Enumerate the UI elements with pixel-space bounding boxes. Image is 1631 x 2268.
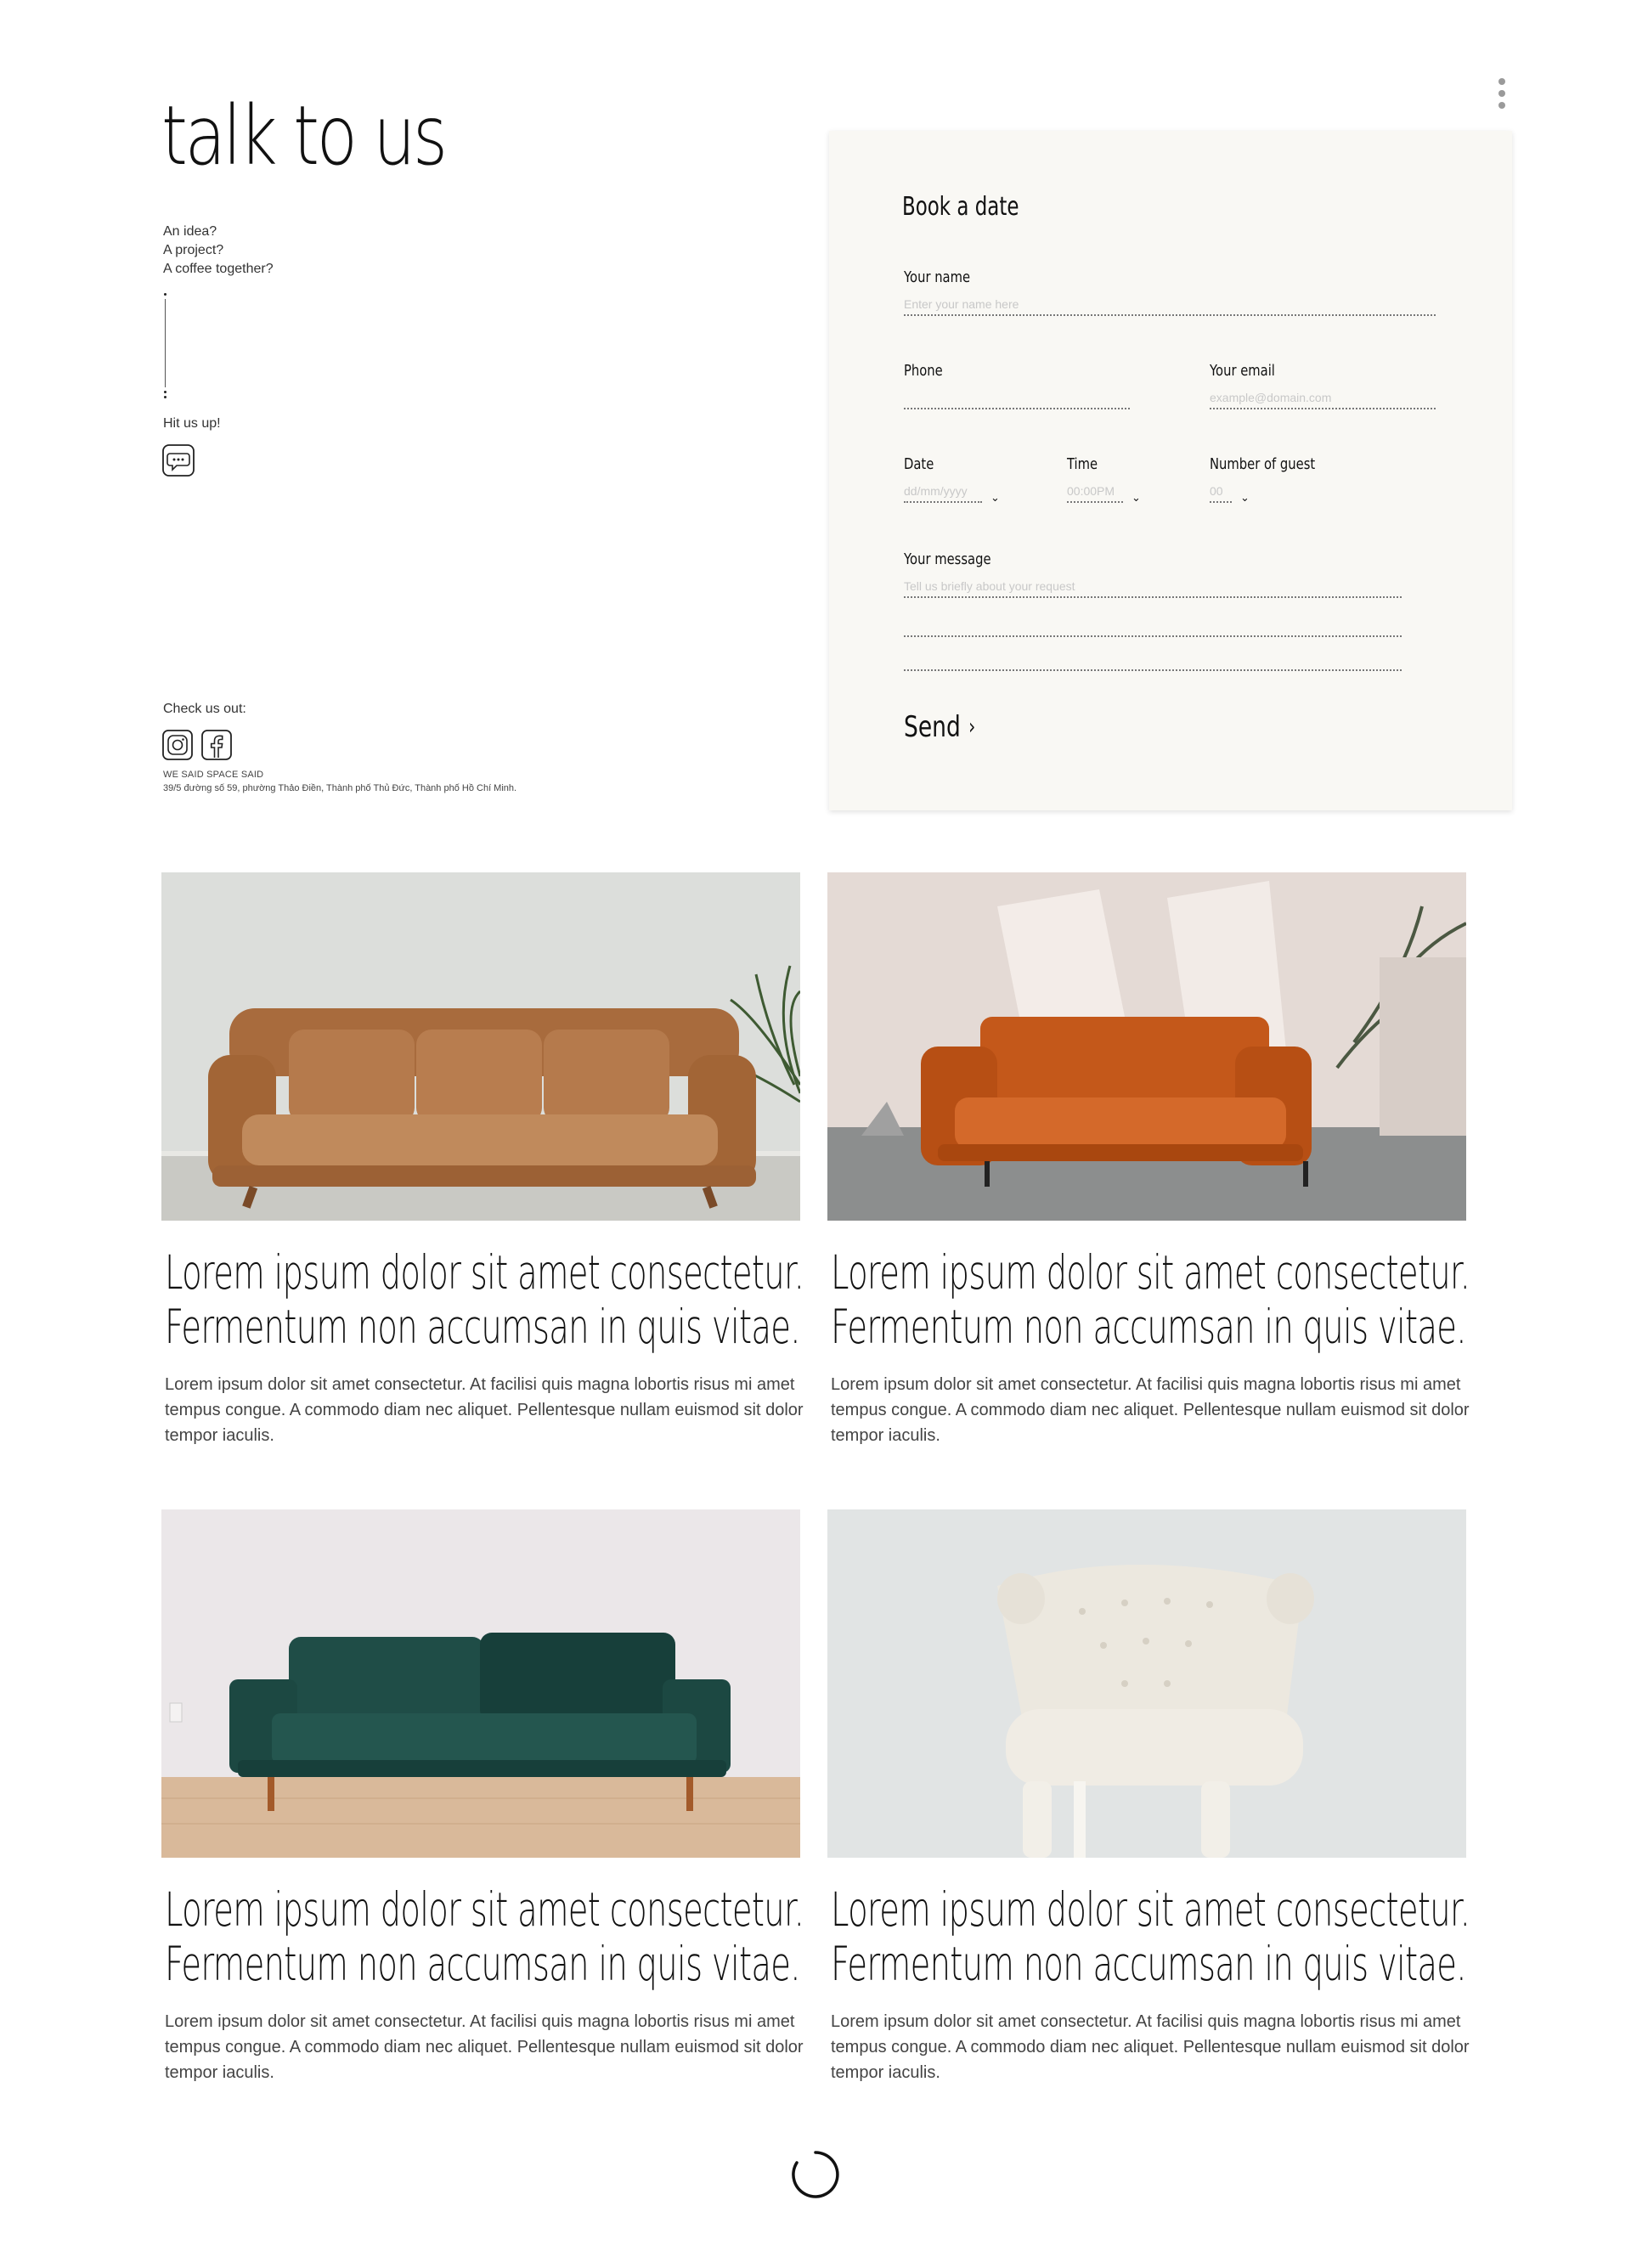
- product-title-line: Lorem ipsum dolor sit amet consectetur.: [165, 1245, 804, 1300]
- check-us-out-text: Check us out:: [163, 702, 246, 716]
- product-title-line: Fermentum non accumsan in quis vitae.: [831, 1300, 1466, 1354]
- booking-card: Book a date Your name Phone Your email D…: [829, 131, 1512, 810]
- hit-us-up-text: Hit us up!: [163, 416, 221, 431]
- company-address: 39/5 đường số 59, phường Thảo Điền, Thàn…: [163, 783, 517, 793]
- email-label: Your email: [1210, 362, 1275, 380]
- intro-line: A coffee together?: [163, 262, 274, 276]
- product-description: Lorem ipsum dolor sit amet consectetur. …: [831, 1375, 1470, 1445]
- product-description: Lorem ipsum dolor sit amet consectetur. …: [831, 2012, 1470, 2082]
- phone-input[interactable]: [904, 391, 1130, 409]
- name-label: Your name: [904, 268, 971, 286]
- name-input[interactable]: [904, 297, 1436, 316]
- time-label: Time: [1067, 455, 1098, 473]
- message-line[interactable]: [904, 669, 1402, 671]
- chevron-down-icon[interactable]: ⌄: [1240, 492, 1250, 503]
- booking-title: Book a date: [902, 192, 1019, 222]
- company-name: WE SAID SPACE SAID: [163, 770, 264, 780]
- product-title-line: Fermentum non accumsan in quis vitae.: [165, 1300, 800, 1354]
- message-label: Your message: [904, 550, 991, 568]
- product-image-tan-sofa[interactable]: [161, 872, 800, 1221]
- kebab-menu-icon[interactable]: [1495, 78, 1509, 114]
- guests-input[interactable]: [1210, 484, 1232, 503]
- product-image-green-sofa[interactable]: [161, 1509, 800, 1858]
- loading-spinner-icon: [790, 2149, 841, 2200]
- time-input[interactable]: [1067, 484, 1123, 503]
- date-input[interactable]: [904, 484, 982, 503]
- product-title: Lorem ipsum dolor sit amet consectetur. …: [831, 1245, 1470, 1354]
- chevron-down-icon[interactable]: ⌄: [1132, 492, 1141, 503]
- intro-line: An idea?: [163, 224, 217, 239]
- guests-label: Number of guest: [1210, 455, 1316, 473]
- instagram-icon[interactable]: [161, 729, 194, 761]
- product-title-line: Fermentum non accumsan in quis vitae.: [165, 1937, 800, 1991]
- product-title: Lorem ipsum dolor sit amet consectetur. …: [165, 1245, 804, 1354]
- product-title-line: Lorem ipsum dolor sit amet consectetur.: [165, 1882, 804, 1937]
- product-title-line: Fermentum non accumsan in quis vitae.: [831, 1937, 1466, 1991]
- page-title: talk to us: [161, 88, 448, 183]
- phone-label: Phone: [904, 362, 943, 380]
- product-image-white-chair[interactable]: [827, 1509, 1466, 1858]
- email-input[interactable]: [1210, 391, 1436, 409]
- message-line[interactable]: [904, 635, 1402, 637]
- product-description: Lorem ipsum dolor sit amet consectetur. …: [165, 1375, 804, 1445]
- product-image-orange-sofa[interactable]: [827, 872, 1466, 1221]
- product-description: Lorem ipsum dolor sit amet consectetur. …: [165, 2012, 804, 2082]
- product-title: Lorem ipsum dolor sit amet consectetur. …: [165, 1882, 804, 1991]
- facebook-icon[interactable]: [200, 729, 233, 761]
- message-input[interactable]: [904, 579, 1402, 598]
- chevron-down-icon[interactable]: ⌄: [990, 492, 1000, 503]
- product-title-line: Lorem ipsum dolor sit amet consectetur.: [831, 1882, 1470, 1937]
- product-title-line: Lorem ipsum dolor sit amet consectetur.: [831, 1245, 1470, 1300]
- date-label: Date: [904, 455, 934, 473]
- guests-select[interactable]: ⌄: [1210, 484, 1250, 503]
- product-title: Lorem ipsum dolor sit amet consectetur. …: [831, 1882, 1470, 1991]
- date-select[interactable]: ⌄: [904, 484, 1000, 503]
- chat-bubble-icon[interactable]: [161, 443, 195, 477]
- decorative-divider: [164, 293, 166, 398]
- chevron-right-icon: ›: [968, 714, 976, 740]
- time-select[interactable]: ⌄: [1067, 484, 1141, 503]
- send-label: Send: [904, 710, 961, 744]
- intro-text: An idea? A project? A coffee together?: [163, 223, 274, 279]
- intro-line: A project?: [163, 243, 224, 257]
- send-button[interactable]: Send ›: [904, 710, 975, 744]
